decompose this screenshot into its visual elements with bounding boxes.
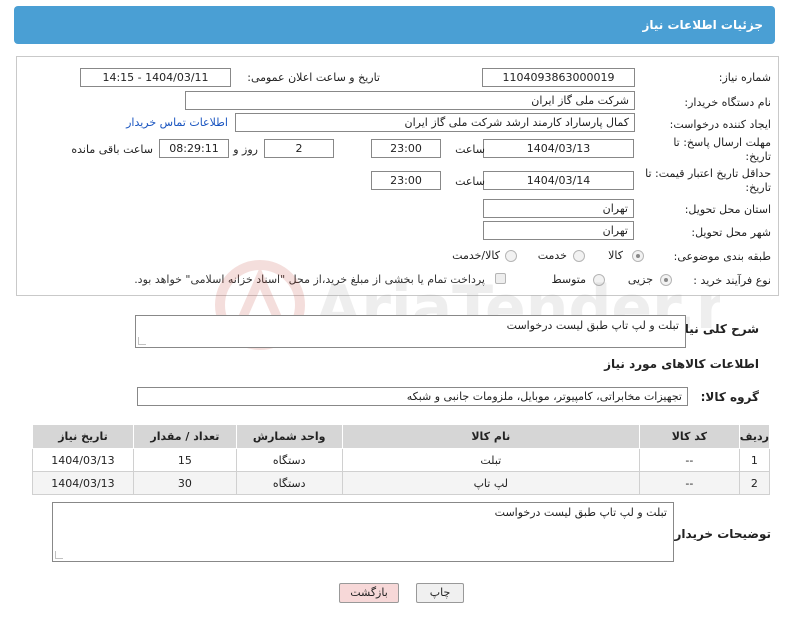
province-field: تهران — [483, 199, 634, 218]
cell-date: 1404/03/13 — [32, 471, 134, 495]
days-field: 2 — [264, 139, 334, 158]
summary-textarea[interactable]: تبلت و لپ تاپ طبق لیست درخواست — [135, 315, 686, 348]
reply-deadline-label: مهلت ارسال پاسخ: تا تاریخ: — [673, 136, 771, 163]
goods-section-title: اطلاعات کالاهای مورد نیاز — [604, 357, 759, 371]
col-date: تاریخ نیاز — [32, 424, 134, 449]
resize-grip-icon[interactable] — [55, 551, 63, 559]
summary-text: تبلت و لپ تاپ طبق لیست درخواست — [506, 319, 679, 332]
city-label: شهر محل تحویل: — [691, 226, 771, 239]
col-row: ردیف — [738, 424, 771, 449]
need-number-label: شماره نیاز: — [718, 71, 771, 84]
reply-date-field: 1404/03/13 — [483, 139, 634, 158]
buyer-notes-textarea[interactable]: تبلت و لپ تاپ طبق لیست درخواست — [52, 502, 674, 562]
cell-code: -- — [638, 471, 740, 495]
cell-code: -- — [638, 448, 740, 472]
process-label: نوع فرآیند خرید : — [693, 274, 771, 287]
col-name: نام کالا — [341, 424, 640, 449]
announce-label: تاریخ و ساعت اعلان عمومی: — [247, 71, 380, 84]
category-label: طبقه بندی موضوعی: — [673, 250, 771, 263]
reply-time-field: 23:00 — [371, 139, 441, 158]
goods-table: ردیف کد کالا نام کالا واحد شمارش تعداد /… — [32, 424, 771, 495]
print-button[interactable]: چاپ — [416, 583, 464, 603]
contact-info-link[interactable]: اطلاعات تماس خریدار — [126, 116, 228, 129]
goods-table-header: ردیف کد کالا نام کالا واحد شمارش تعداد /… — [32, 424, 771, 449]
treasury-payment-note: پرداخت تمام یا بخشی از مبلغ خرید،از محل … — [134, 273, 485, 286]
price-time-field: 23:00 — [371, 171, 441, 190]
category-option-goods-service: کالا/خدمت — [452, 249, 500, 262]
process-radio-minor[interactable] — [660, 274, 672, 286]
process-radio-medium[interactable] — [593, 274, 605, 286]
cell-quantity: 30 — [132, 471, 237, 495]
process-option-medium: متوسط — [551, 273, 586, 286]
cell-row: 1 — [738, 448, 771, 472]
col-unit: واحد شمارش — [235, 424, 343, 449]
cell-quantity: 15 — [132, 448, 237, 472]
category-radio-goods-service[interactable] — [505, 250, 517, 262]
treasury-payment-checkbox[interactable] — [495, 273, 506, 284]
reply-time-label: ساعت — [455, 143, 485, 156]
back-button[interactable]: بازگشت — [339, 583, 399, 603]
goods-group-field: تجهیزات مخابراتی، کامپیوتر، موبایل، ملزو… — [137, 387, 688, 406]
cell-unit: دستگاه — [235, 448, 343, 472]
cell-row: 2 — [738, 471, 771, 495]
price-time-label: ساعت — [455, 175, 485, 188]
cell-name: تبلت — [341, 448, 640, 472]
buyer-org-label: نام دستگاه خریدار: — [684, 96, 771, 109]
buyer-org-field: شرکت ملی گاز ایران — [185, 91, 635, 110]
table-row: 1 -- تبلت دستگاه 15 1404/03/13 — [32, 448, 771, 472]
remaining-time-field: 08:29:11 — [159, 139, 229, 158]
process-option-minor: جزیی — [627, 273, 653, 286]
days-label: روز و — [233, 143, 258, 156]
category-radio-service[interactable] — [573, 250, 585, 262]
city-field: تهران — [483, 221, 634, 240]
price-deadline-label: حداقل تاریخ اعتبار قیمت: تا تاریخ: — [645, 167, 771, 194]
remaining-label: ساعت باقی مانده — [71, 143, 153, 156]
col-code: کد کالا — [638, 424, 740, 449]
col-quantity: تعداد / مقدار — [132, 424, 237, 449]
category-option-service: خدمت — [537, 249, 567, 262]
category-radio-goods[interactable] — [632, 250, 644, 262]
resize-grip-icon[interactable] — [138, 337, 146, 345]
cell-name: لپ تاپ — [341, 471, 640, 495]
price-date-field: 1404/03/14 — [483, 171, 634, 190]
buyer-notes-label: توضیحات خریدار: — [669, 527, 771, 541]
cell-date: 1404/03/13 — [32, 448, 134, 472]
page-header: جزئیات اطلاعات نیاز — [14, 6, 775, 44]
creator-label: ایجاد کننده درخواست: — [669, 118, 771, 131]
creator-field: کمال پارساراد کارمند ارشد شرکت ملی گاز ا… — [235, 113, 635, 132]
table-row: 2 -- لپ تاپ دستگاه 30 1404/03/13 — [32, 471, 771, 495]
buyer-notes-text: تبلت و لپ تاپ طبق لیست درخواست — [494, 506, 667, 519]
category-option-goods: کالا — [608, 249, 623, 262]
province-label: استان محل تحویل: — [684, 203, 771, 216]
announce-datetime-field: 1404/03/11 - 14:15 — [80, 68, 231, 87]
page-title: جزئیات اطلاعات نیاز — [642, 18, 763, 32]
goods-group-label: گروه کالا: — [700, 390, 759, 404]
need-number-field: 1104093863000019 — [482, 68, 635, 87]
cell-unit: دستگاه — [235, 471, 343, 495]
